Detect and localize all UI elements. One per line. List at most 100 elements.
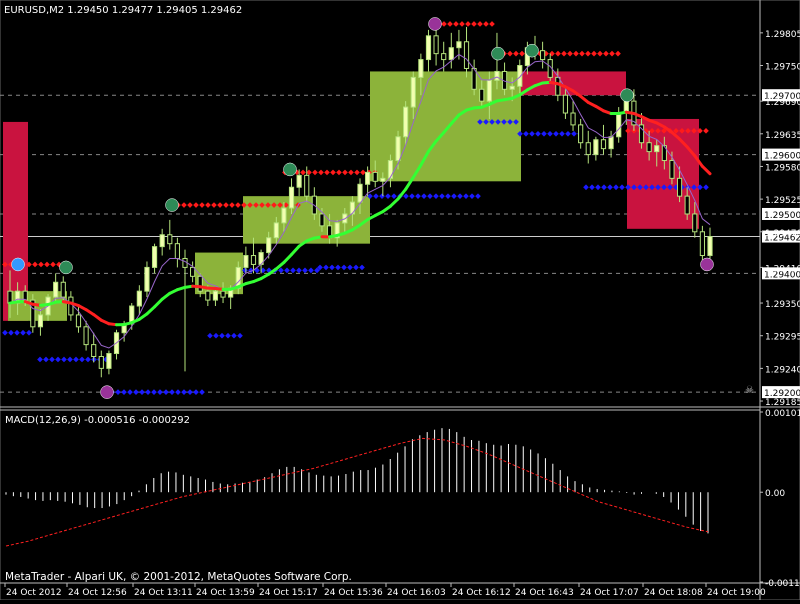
y-tick-label: 1.29470: [765, 229, 800, 239]
candle-body: [69, 297, 73, 315]
y-tick-label: 1.29410: [765, 264, 800, 274]
candle-body: [677, 178, 681, 196]
candle-body: [388, 161, 392, 179]
candle-body: [480, 89, 484, 101]
macd-tick-label: 0.00: [765, 489, 785, 499]
candle-body: [586, 143, 590, 155]
signal-marker-icon[interactable]: [621, 89, 634, 102]
candle-body: [251, 256, 255, 265]
y-tick-label: 1.29350: [765, 300, 800, 310]
candle-body: [61, 282, 65, 297]
candle-body: [152, 247, 156, 268]
candle-body: [670, 161, 674, 179]
candle-body: [541, 51, 545, 60]
y-tick-label: 1.29525: [765, 196, 800, 206]
candle-body: [244, 256, 248, 268]
candle-body: [556, 77, 560, 95]
price-tag: 1.29500: [764, 211, 800, 221]
candle-body: [404, 107, 408, 137]
signal-marker-icon[interactable]: [284, 163, 297, 176]
candle-body: [160, 235, 164, 247]
x-tick-label: 24 Oct 16:12: [452, 588, 511, 598]
metatrader-chart-window[interactable]: ☠ 1.297001.296001.295001.294621.294001.2…: [0, 0, 800, 600]
candle-body: [168, 235, 172, 244]
x-tick-label: 24 Oct 2012: [6, 588, 62, 598]
candle-body: [213, 291, 217, 300]
candle-body: [419, 60, 423, 78]
y-tick-label: 1.29635: [765, 131, 800, 141]
candle-body: [442, 54, 446, 60]
candle-body: [449, 48, 453, 60]
x-tick-label: 24 Oct 15:17: [259, 588, 318, 598]
candle-body: [601, 140, 605, 149]
macd-header: MACD(12,26,9) -0.000516 -0.000292: [5, 415, 190, 426]
signal-marker-icon[interactable]: [429, 17, 442, 30]
candle-body: [76, 315, 80, 327]
candle-body: [708, 237, 712, 256]
candle-body: [464, 42, 468, 69]
y-tick-label: 1.29295: [765, 333, 800, 343]
candle-body: [373, 172, 377, 181]
candle-body: [426, 36, 430, 60]
signal-marker-icon[interactable]: [12, 258, 25, 271]
candle-body: [305, 175, 309, 196]
y-tick-label: 1.29805: [765, 30, 800, 40]
price-tag: 1.29600: [764, 152, 800, 162]
x-tick-label: 24 Oct 19:00: [707, 588, 766, 598]
signal-marker-icon[interactable]: [101, 386, 114, 399]
candle-body: [693, 214, 697, 232]
x-tick-label: 24 Oct 13:11: [134, 588, 193, 598]
signal-marker-icon[interactable]: [526, 44, 539, 57]
x-tick-label: 24 Oct 16:43: [515, 588, 574, 598]
candle-body: [8, 291, 12, 303]
x-tick-label: 24 Oct 17:07: [580, 588, 639, 598]
candle-body: [457, 42, 461, 48]
candle-body: [563, 95, 567, 113]
candle-body: [274, 223, 278, 238]
chart-canvas[interactable]: ☠ 1.297001.296001.295001.294621.294001.2…: [0, 0, 800, 600]
y-tick-label: 1.29690: [765, 98, 800, 108]
candle-body: [571, 113, 575, 125]
candle-body: [137, 291, 141, 306]
symbol-header: EURUSD,M2 1.29450 1.29477 1.29405 1.2946…: [4, 5, 242, 16]
x-tick-label: 24 Oct 18:08: [644, 588, 703, 598]
candle-body: [647, 143, 651, 152]
candle-body: [92, 345, 96, 357]
candle-body: [510, 86, 514, 89]
candle-body: [358, 184, 362, 202]
x-tick-label: 24 Oct 15:36: [324, 588, 383, 598]
macd-tick-label: 0.001014: [765, 409, 800, 419]
candle-body: [617, 113, 621, 137]
signal-marker-icon[interactable]: [701, 258, 714, 271]
candle-body: [198, 276, 202, 291]
y-tick-label: 1.29750: [765, 63, 800, 73]
candle-body: [700, 232, 704, 256]
candle-body: [107, 354, 111, 369]
candle-body: [655, 146, 659, 152]
candle-body: [366, 172, 370, 184]
candle-body: [206, 291, 210, 300]
candle-body: [411, 77, 415, 107]
candle-body: [289, 187, 293, 208]
candle-body: [175, 244, 179, 259]
candle-body: [54, 282, 58, 297]
signal-marker-icon[interactable]: [60, 261, 73, 274]
candle-body: [267, 238, 271, 253]
candle-body: [23, 291, 27, 300]
candle-body: [609, 137, 613, 149]
signal-marker-icon[interactable]: [166, 199, 179, 212]
macd-tick-label: -0.001135: [765, 579, 800, 589]
candle-body: [685, 196, 689, 214]
candle-body: [579, 125, 583, 143]
copyright-footer: MetaTrader - Alpari UK, © 2001-2012, Met…: [5, 571, 352, 583]
candle-body: [84, 327, 88, 345]
candle-body: [191, 267, 195, 276]
skull-icon: ☠: [745, 385, 754, 396]
candle-body: [282, 208, 286, 223]
candle-body: [297, 175, 301, 187]
y-tick-label: 1.29240: [765, 365, 800, 375]
signal-marker-icon[interactable]: [492, 47, 505, 60]
candle-body: [145, 267, 149, 291]
candle-body: [38, 315, 42, 327]
candle-body: [396, 137, 400, 161]
